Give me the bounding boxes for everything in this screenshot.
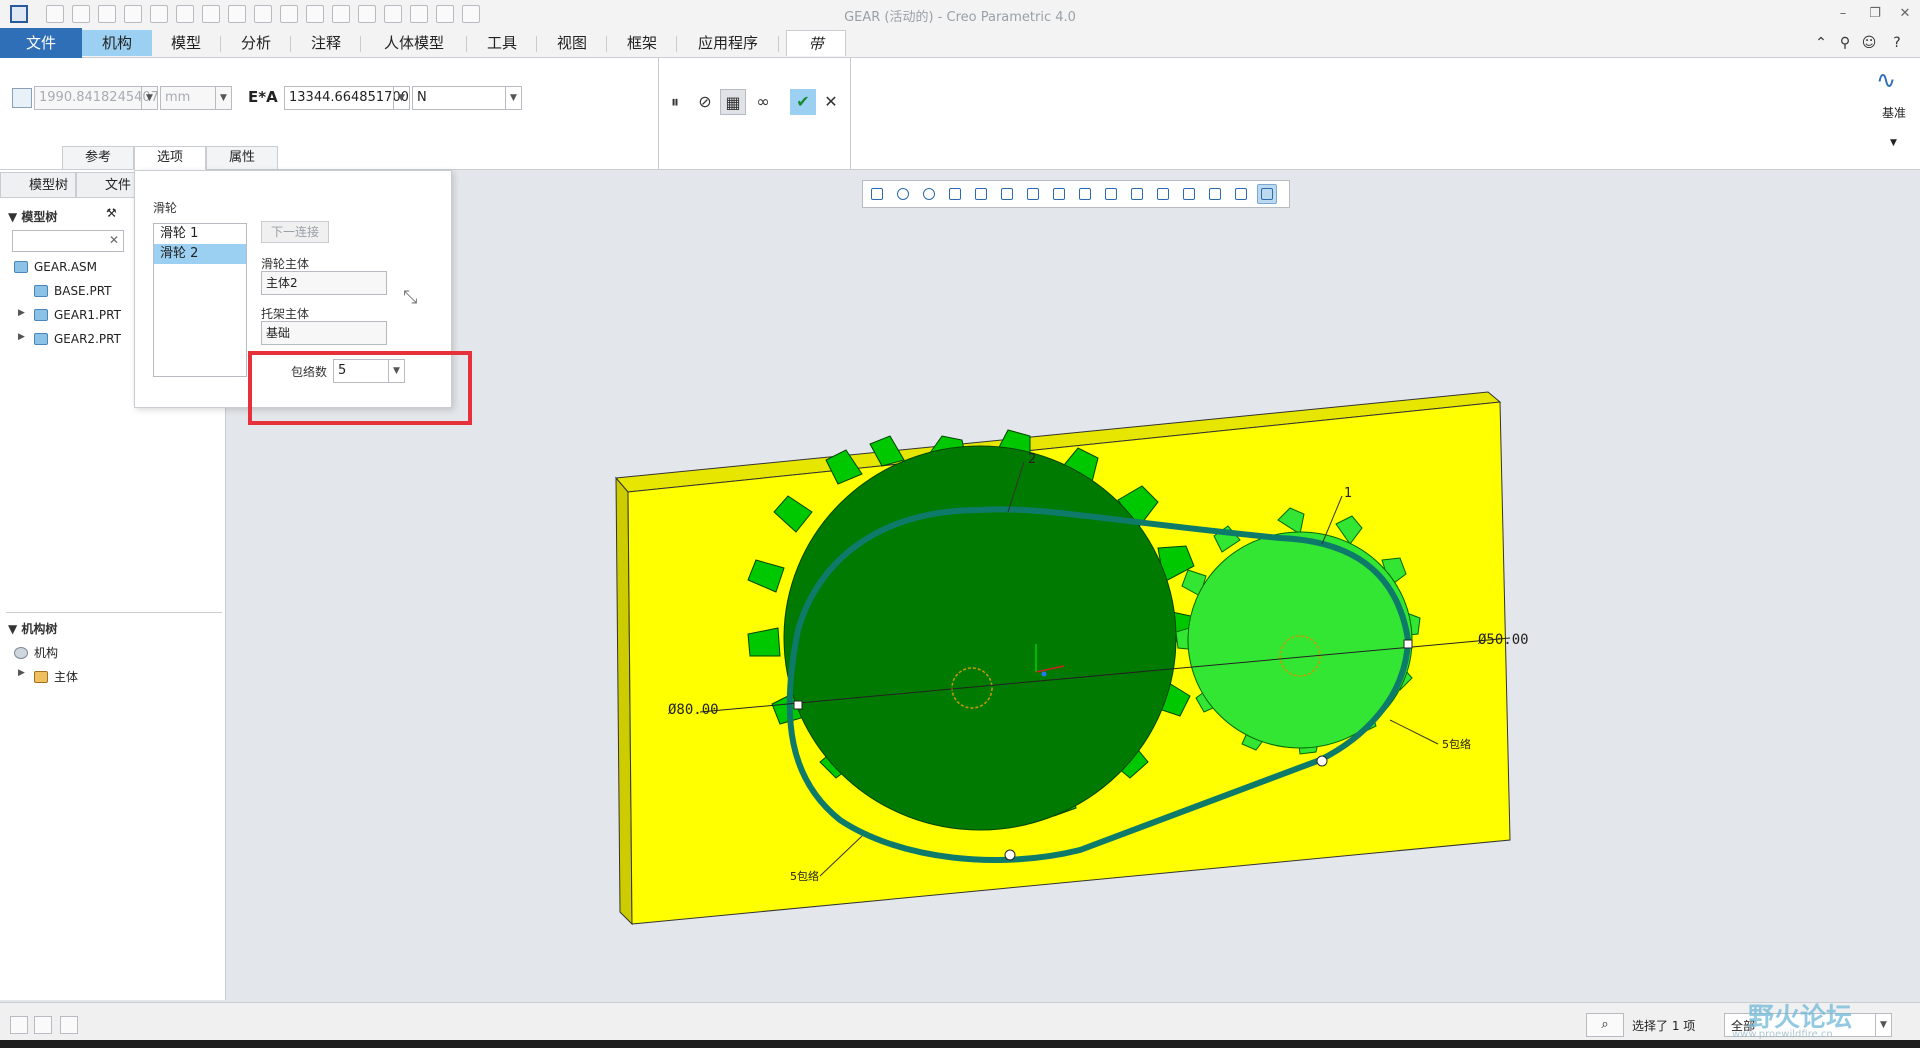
annotation-display-icon[interactable] <box>1231 184 1251 204</box>
tree-item-mechanism[interactable]: 机构 <box>14 644 58 661</box>
assembly-icon <box>14 261 28 273</box>
triad-origin <box>1041 671 1047 677</box>
graphics-toolbar <box>862 180 1290 208</box>
part-icon <box>34 309 48 321</box>
label-1: 1 <box>1344 486 1353 501</box>
display-style-icon[interactable] <box>1023 184 1043 204</box>
pulley-body-field[interactable]: 主体2 <box>261 271 387 295</box>
repaint-icon[interactable] <box>945 184 965 204</box>
tree-item-base[interactable]: BASE.PRT <box>34 284 112 298</box>
carrier-body-label: 托架主体 <box>261 307 310 321</box>
plane-display-icon[interactable] <box>1127 184 1147 204</box>
mechanism-display-icon[interactable] <box>1257 184 1277 204</box>
zoom-out-icon[interactable] <box>919 184 939 204</box>
selection-status: 选择了 1 项 <box>1632 1019 1696 1033</box>
tree-settings-icon[interactable]: ⚒ <box>106 206 126 226</box>
mechanism-gear-icon <box>14 647 28 659</box>
watermark-url: www.proewildfire.cn <box>1732 1029 1833 1040</box>
tab-file-browser[interactable]: 文件 <box>76 172 140 198</box>
fullscreen-icon[interactable] <box>60 1016 78 1034</box>
tree-item-gear1[interactable]: ▶ GEAR1.PRT <box>18 308 121 322</box>
belt-handle-1 <box>793 700 803 710</box>
refit-icon[interactable] <box>867 184 887 204</box>
chevron-down-icon[interactable]: ▼ <box>1875 1014 1891 1036</box>
taskbar-strip <box>0 1040 1920 1048</box>
next-connection-button[interactable]: 下一连接 <box>261 221 329 243</box>
perspective-icon[interactable] <box>1075 184 1095 204</box>
wrap-label-a: 5包络 <box>1442 738 1471 751</box>
tree-search-input[interactable]: ✕ <box>12 230 124 252</box>
list-item[interactable]: 滑轮 1 <box>154 224 246 244</box>
wrap-label-b: 5包络 <box>790 870 819 883</box>
expand-icon[interactable]: ▶ <box>18 308 25 318</box>
tree-item-bodies[interactable]: ▶ 主体 <box>18 668 79 685</box>
pulley-list[interactable]: 滑轮 1 滑轮 2 <box>153 223 247 377</box>
clear-icon[interactable]: ✕ <box>109 233 119 247</box>
wrap-count-label: 包络数 <box>291 365 328 379</box>
belt-handle-3 <box>1004 849 1016 861</box>
list-item[interactable]: 滑轮 2 <box>154 244 246 264</box>
tree-item-label: 主体 <box>54 670 79 684</box>
pulley-body-label: 滑轮主体 <box>261 257 310 271</box>
nav-toggle-icon[interactable] <box>10 1016 28 1034</box>
csys-display-icon[interactable] <box>1205 184 1225 204</box>
tab-model-tree[interactable]: 模型树 <box>0 172 76 198</box>
gear1-body <box>783 445 1177 831</box>
model-viewport[interactable] <box>0 0 1920 1048</box>
tree-item-asm[interactable]: GEAR.ASM <box>14 260 97 274</box>
tree-item-gear2[interactable]: ▶ GEAR2.PRT <box>18 332 121 346</box>
chevron-down-icon[interactable]: ▼ <box>388 360 404 382</box>
carrier-body-field[interactable]: 基础 <box>261 321 387 345</box>
model-tree-header[interactable]: ▼ 模型树 <box>8 208 57 225</box>
options-panel: 滑轮 滑轮 1 滑轮 2 下一连接 滑轮主体 主体2 托架主体 基础 ⤡ 包络数… <box>134 170 452 408</box>
saved-views-icon[interactable] <box>997 184 1017 204</box>
bodies-icon <box>34 671 48 683</box>
expand-icon[interactable]: ▶ <box>18 668 25 678</box>
zoom-in-icon[interactable] <box>893 184 913 204</box>
reorient-icon[interactable] <box>971 184 991 204</box>
pulley-label: 滑轮 <box>153 201 178 215</box>
dim-small-label[interactable]: Ø50.00 <box>1478 632 1529 648</box>
belt-handle-4 <box>1316 755 1328 767</box>
dim-large-label[interactable]: Ø80.00 <box>668 702 719 718</box>
creo-window: GEAR (活动的) - Creo Parametric 4.0 – ❐ ✕ 文… <box>0 0 1920 1048</box>
browser-toggle-icon[interactable] <box>34 1016 52 1034</box>
part-icon <box>34 333 48 345</box>
wrap-count-value: 5 <box>338 363 347 378</box>
view-manager-icon[interactable] <box>1049 184 1069 204</box>
mechanism-tree-header[interactable]: ▼ 机构树 <box>8 620 57 637</box>
belt-handle-2 <box>1403 639 1413 649</box>
tree-item-label: GEAR2.PRT <box>54 332 121 346</box>
wrap-count-select[interactable]: 5 ▼ <box>333 359 405 383</box>
model-tree-header-label: 模型树 <box>21 210 58 224</box>
datum-display-icon[interactable] <box>1101 184 1121 204</box>
flip-icon[interactable]: ⤡ <box>403 287 417 308</box>
point-display-icon[interactable] <box>1179 184 1199 204</box>
tree-item-label: GEAR1.PRT <box>54 308 121 322</box>
tree-item-label: GEAR.ASM <box>34 260 97 274</box>
tree-item-label: BASE.PRT <box>54 284 112 298</box>
mechanism-tree-header-label: 机构树 <box>21 622 58 636</box>
tree-item-label: 机构 <box>34 646 59 660</box>
find-icon[interactable]: ⌕ <box>1586 1013 1624 1037</box>
expand-icon[interactable]: ▶ <box>18 332 25 342</box>
label-2: 2 <box>1028 452 1037 467</box>
axis-display-icon[interactable] <box>1153 184 1173 204</box>
part-icon <box>34 285 48 297</box>
